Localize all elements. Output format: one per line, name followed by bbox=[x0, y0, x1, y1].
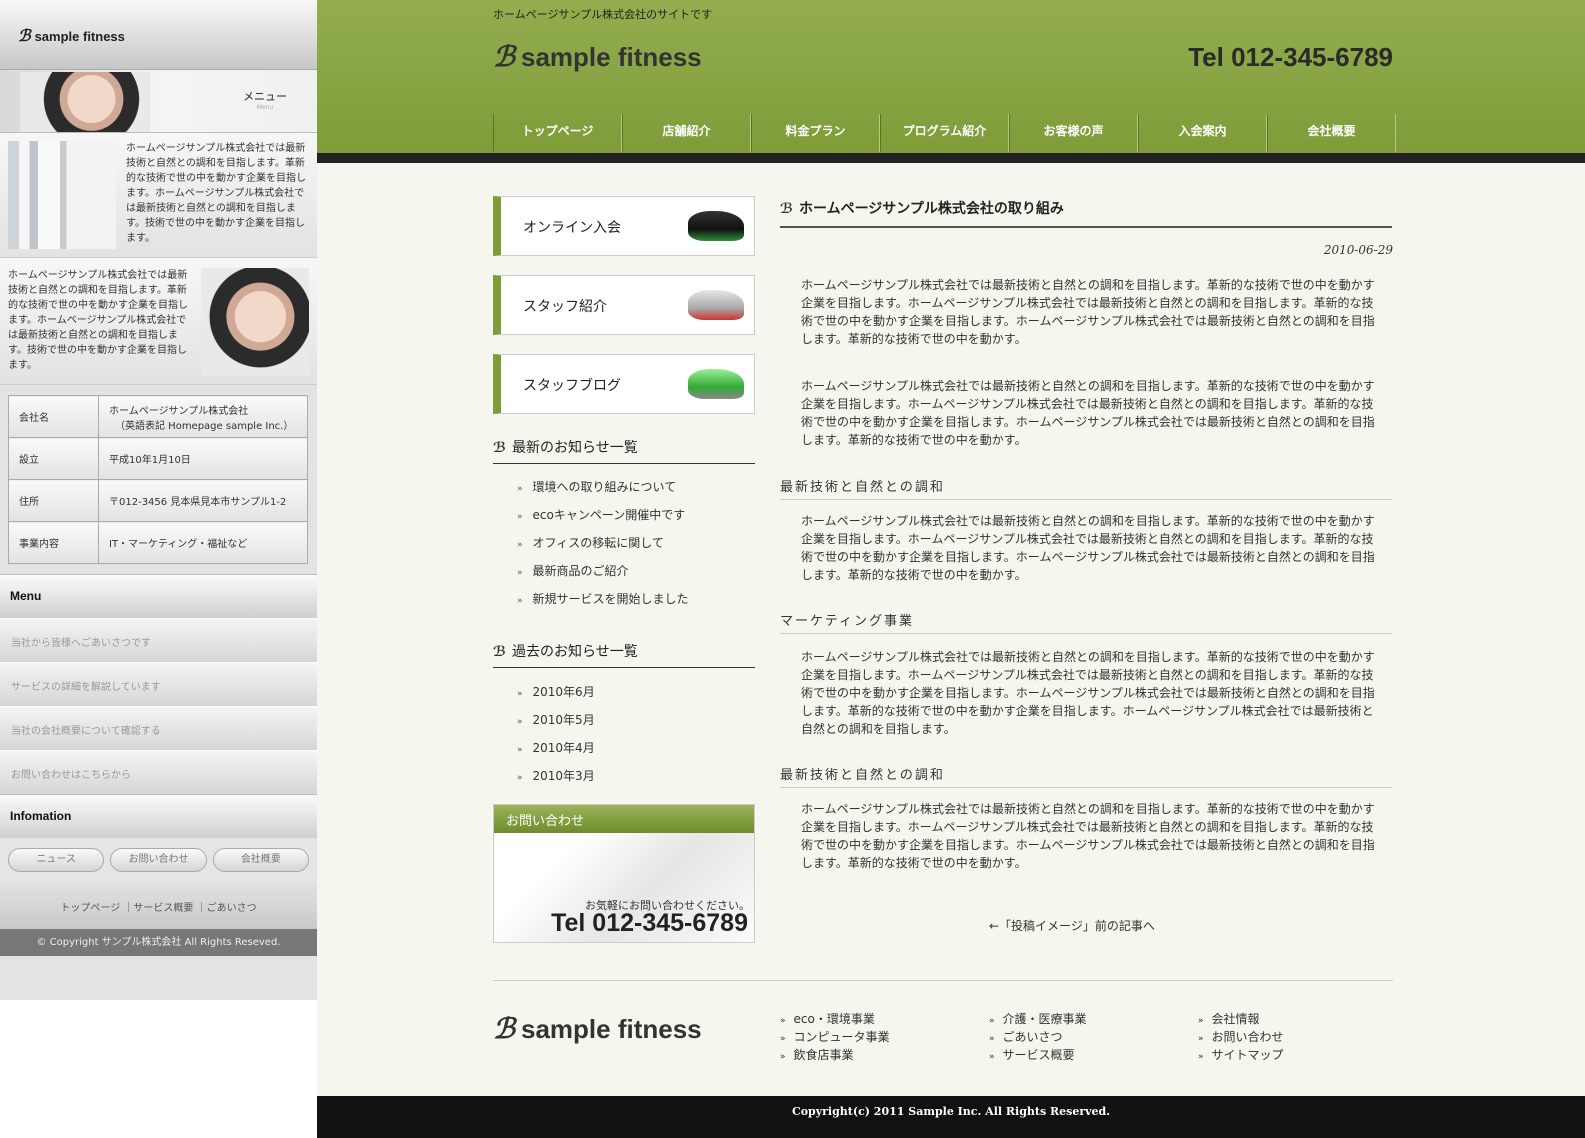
logo-icon: ℬ bbox=[780, 201, 793, 217]
logo-icon: ℬ bbox=[493, 644, 506, 660]
footer-link[interactable]: ごあいさつ bbox=[989, 1028, 1063, 1045]
nav-voice[interactable]: お客様の声 bbox=[1009, 114, 1138, 152]
sidebar-links[interactable]: トップページ ｜サービス概要 ｜ごあいさつ bbox=[0, 882, 317, 929]
main: ホームページサンプル株式会社のサイトです ℬsample fitness Tel… bbox=[317, 0, 1585, 1138]
info-heading: Infomation bbox=[0, 794, 317, 838]
header-tel: Tel 012-345-6789 bbox=[1188, 42, 1393, 72]
sidebar-menu-item[interactable]: お問い合わせはこちらから bbox=[0, 750, 317, 794]
article-paragraph: ホームページサンプル株式会社では最新技術と自然との調和を目指します。革新的な技術… bbox=[801, 379, 1375, 447]
table-row: 会社名 ホームページサンプル株式会社 （英語表記 Homepage sample I… bbox=[8, 395, 308, 438]
logo-icon: ℬ bbox=[493, 440, 506, 456]
banner-online-join[interactable]: オンライン入会 bbox=[493, 196, 755, 256]
footer-link[interactable]: サービス概要 bbox=[989, 1046, 1075, 1063]
woman-photo bbox=[20, 72, 150, 132]
article-date: 2010-06-29 bbox=[1323, 243, 1393, 257]
info-buttons: ニュース お問い合わせ 会社概要 bbox=[0, 838, 317, 882]
sidebar-copyright: © Copyright サンプル株式会社 All Rights Reseved. bbox=[0, 929, 317, 956]
sidebar: ℬsample fitness メニュー Menu ホームページサンプル株式会社で… bbox=[0, 0, 317, 1000]
nav-join[interactable]: 入会案内 bbox=[1138, 114, 1267, 152]
footer-link[interactable]: 会社情報 bbox=[1198, 1010, 1260, 1027]
table-row: 設立 平成10年1月10日 bbox=[8, 437, 308, 480]
menu-heading: Menu bbox=[0, 574, 317, 618]
contact-button[interactable]: お問い合わせ bbox=[110, 848, 207, 872]
global-nav: トップページ 店舗紹介 料金プラン プログラム紹介 お客様の声 入会案内 会社概… bbox=[493, 114, 1396, 152]
list-item[interactable]: 2010年3月 bbox=[517, 767, 595, 784]
header: ホームページサンプル株式会社のサイトです ℬsample fitness Tel… bbox=[317, 0, 1585, 153]
sidebar-menu-item[interactable]: 当社から皆様へごあいさつです bbox=[0, 618, 317, 662]
nav-program[interactable]: プログラム紹介 bbox=[880, 114, 1009, 152]
past-heading: ℬ 過去のお知らせ一覧 bbox=[493, 641, 755, 668]
list-item[interactable]: 最新商品のご紹介 bbox=[517, 562, 629, 579]
shoe-icon bbox=[688, 290, 744, 320]
banner-blog[interactable]: スタッフブログ bbox=[493, 354, 755, 414]
list-item[interactable]: オフィスの移転に関して bbox=[517, 534, 664, 551]
company-table: 会社名 ホームページサンプル株式会社 （英語表記 Homepage sample I… bbox=[8, 395, 308, 564]
sidebar-logo[interactable]: ℬsample fitness bbox=[0, 0, 317, 70]
shoe-icon bbox=[688, 211, 744, 241]
contact-title: お問い合わせ bbox=[494, 805, 754, 833]
table-row: 事業内容 IT・マーケティング・福祉など bbox=[8, 521, 308, 564]
list-item[interactable]: 2010年6月 bbox=[517, 683, 595, 700]
footer-divider bbox=[493, 980, 1393, 981]
list-item[interactable]: 2010年5月 bbox=[517, 711, 595, 728]
hall-photo bbox=[8, 141, 116, 249]
nav-store[interactable]: 店舗紹介 bbox=[622, 114, 751, 152]
sidebar-box-2: ホームページサンプル株式会社では最新技術と自然との調和を目指します。革新的な技術… bbox=[0, 258, 317, 385]
sidebar-hero: メニュー Menu bbox=[0, 70, 317, 133]
sidebar-menu-item[interactable]: サービスの詳細を解説しています bbox=[0, 662, 317, 706]
woman-photo bbox=[201, 268, 309, 376]
section-heading: 最新技術と自然との調和 bbox=[780, 476, 1392, 500]
site-logo[interactable]: ℬsample fitness bbox=[493, 40, 702, 73]
list-item[interactable]: 環境への取り組みについて bbox=[517, 478, 677, 495]
sidebar-menu-item[interactable]: 当社の会社概要について確認する bbox=[0, 706, 317, 750]
news-heading: ℬ 最新のお知らせ一覧 bbox=[493, 437, 755, 464]
nav-price[interactable]: 料金プラン bbox=[751, 114, 880, 152]
footer-link[interactable]: コンピュータ事業 bbox=[780, 1028, 890, 1045]
nav-top[interactable]: トップページ bbox=[493, 114, 622, 152]
footer-link[interactable]: 飲食店事業 bbox=[780, 1046, 854, 1063]
list-item[interactable]: 新規サービスを開始しました bbox=[517, 590, 689, 607]
contact-box[interactable]: お問い合わせ お気軽にお問い合わせください。 Tel 012-345-6789 bbox=[493, 804, 755, 943]
footer-link[interactable]: サイトマップ bbox=[1198, 1046, 1284, 1063]
banner-staff[interactable]: スタッフ紹介 bbox=[493, 275, 755, 335]
footer-copyright: Copyright(c) 2011 Sample Inc. All Rights… bbox=[317, 1096, 1585, 1138]
footer-link[interactable]: 介護・医療事業 bbox=[989, 1010, 1087, 1027]
logo-icon: ℬ bbox=[18, 28, 31, 45]
section-heading: マーケティング事業 bbox=[780, 610, 1392, 634]
sidebar-box-1: ホームページサンプル株式会社では最新技術と自然との調和を目指します。革新的な技術… bbox=[0, 133, 317, 258]
shoe-icon bbox=[688, 369, 744, 399]
logo-icon: ℬ bbox=[493, 1013, 516, 1044]
footer-link[interactable]: お問い合わせ bbox=[1198, 1028, 1284, 1045]
nav-company[interactable]: 会社概要 bbox=[1267, 114, 1396, 152]
section-heading: 最新技術と自然との調和 bbox=[780, 764, 1392, 788]
logo-icon: ℬ bbox=[493, 41, 516, 72]
footer-logo[interactable]: ℬsample fitness bbox=[493, 1012, 702, 1045]
article-paragraph: ホームページサンプル株式会社では最新技術と自然との調和を目指します。革新的な技術… bbox=[801, 802, 1375, 870]
tagline: ホームページサンプル株式会社のサイトです bbox=[493, 8, 713, 21]
menu-caption[interactable]: メニュー Menu bbox=[243, 88, 287, 111]
header-bar bbox=[317, 153, 1585, 163]
prev-article-link[interactable]: ←「投稿イメージ」前の記事へ bbox=[989, 917, 1155, 934]
news-button[interactable]: ニュース bbox=[8, 848, 105, 872]
article-paragraph: ホームページサンプル株式会社では最新技術と自然との調和を目指します。革新的な技術… bbox=[801, 514, 1375, 582]
article-paragraph: ホームページサンプル株式会社では最新技術と自然との調和を目指します。革新的な技術… bbox=[801, 278, 1375, 346]
article-paragraph: ホームページサンプル株式会社では最新技術と自然との調和を目指します。革新的な技術… bbox=[801, 650, 1375, 736]
about-button[interactable]: 会社概要 bbox=[212, 848, 309, 872]
contact-tel: Tel 012-345-6789 bbox=[551, 909, 748, 937]
list-item[interactable]: 2010年4月 bbox=[517, 739, 595, 756]
table-row: 住所 〒012-3456 見本県見本市サンプル1-2 bbox=[8, 479, 308, 522]
article-title: ℬ ホームページサンプル株式会社の取り組み bbox=[780, 198, 1392, 228]
list-item[interactable]: ecoキャンペーン開催中です bbox=[517, 506, 686, 523]
footer-link[interactable]: eco・環境事業 bbox=[780, 1010, 875, 1027]
